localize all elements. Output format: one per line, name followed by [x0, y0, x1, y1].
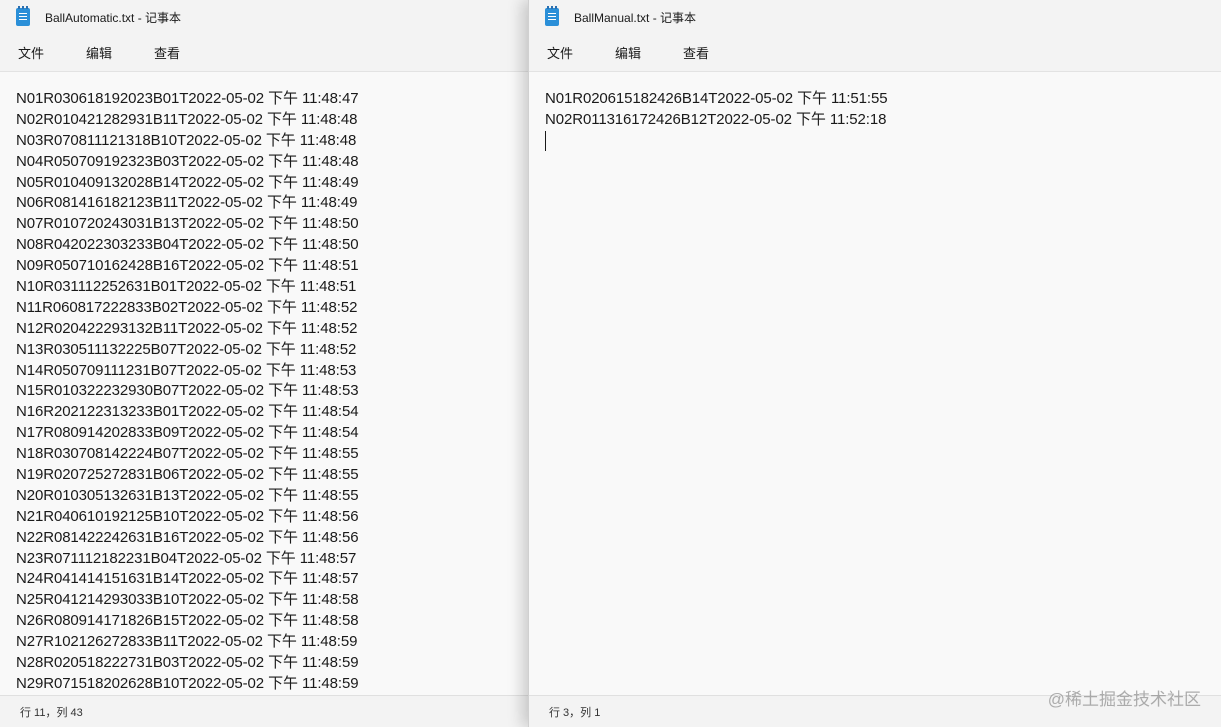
text-line: N02R011316172426B12T2022-05-02 下午 11:52:… — [545, 110, 887, 128]
text-line: N22R081422242631B16T2022-05-02 下午 11:48:… — [16, 528, 359, 546]
text-editor[interactable]: N01R030618192023B01T2022-05-02 下午 11:48:… — [0, 72, 528, 695]
text-line: N05R010409132028B14T2022-05-02 下午 11:48:… — [16, 173, 359, 191]
text-line: N01R020615182426B14T2022-05-02 下午 11:51:… — [545, 90, 888, 107]
text-content: N01R030618192023B01T2022-05-02 下午 11:48:… — [16, 89, 359, 695]
text-line: N17R080914202833B09T2022-05-02 下午 11:48:… — [16, 424, 359, 442]
text-editor[interactable]: N01R020615182426B14T2022-05-02 下午 11:51:… — [529, 72, 1221, 695]
text-line: N02R010421282931B11T2022-05-02 下午 11:48:… — [16, 110, 358, 128]
text-line: N20R010305132631B13T2022-05-02 下午 11:48:… — [16, 486, 359, 504]
text-line: N14R050709111231B07T2022-05-02 下午 11:48:… — [16, 361, 357, 379]
text-line: N11R060817222833B02T2022-05-02 下午 11:48:… — [16, 298, 358, 316]
watermark: @稀土掘金技术社区 — [1047, 690, 1201, 709]
text-line: N10R031112252631B01T2022-05-02 下午 11:48:… — [16, 278, 357, 296]
text-line: N23R071112182231B04T2022-05-02 下午 11:48:… — [16, 549, 357, 567]
text-line: N08R042022303233B04T2022-05-02 下午 11:48:… — [16, 236, 359, 254]
text-line: N18R030708142224B07T2022-05-02 下午 11:48:… — [16, 445, 359, 463]
text-line: N07R010720243031B13T2022-05-02 下午 11:48:… — [16, 215, 359, 233]
menu-edit[interactable]: 编辑 — [80, 39, 118, 66]
menu-edit[interactable]: 编辑 — [609, 39, 647, 66]
text-line: N04R050709192323B03T2022-05-02 下午 11:48:… — [16, 152, 359, 170]
text-line: N29R071518202628B10T2022-05-02 下午 11:48:… — [16, 674, 359, 692]
menu-bar: 文件 编辑 查看 — [529, 34, 1221, 72]
text-line: N26R080914171826B15T2022-05-02 下午 11:48:… — [16, 612, 359, 630]
text-content: N01R020615182426B14T2022-05-02 下午 11:51:… — [545, 89, 888, 131]
text-caret — [545, 131, 546, 151]
text-line: N27R102126272833B11T2022-05-02 下午 11:48:… — [16, 633, 358, 651]
text-line: N06R081416182123B11T2022-05-02 下午 11:48:… — [16, 194, 358, 212]
text-line: N12R020422293132B11T2022-05-02 下午 11:48:… — [16, 319, 358, 337]
text-line: N15R010322232930B07T2022-05-02 下午 11:48:… — [16, 382, 359, 400]
text-line: N09R050710162428B16T2022-05-02 下午 11:48:… — [16, 257, 359, 275]
menu-bar: 文件 编辑 查看 — [0, 34, 528, 72]
notepad-icon — [16, 6, 30, 26]
notepad-window-automatic: BallAutomatic.txt - 记事本 文件 编辑 查看 N01R030… — [0, 0, 528, 727]
window-title: BallManual.txt - 记事本 — [574, 10, 697, 25]
text-line: N25R041214293033B10T2022-05-02 下午 11:48:… — [16, 591, 359, 609]
notepad-window-manual: BallManual.txt - 记事本 文件 编辑 查看 N01R020615… — [528, 0, 1221, 727]
text-line: N16R202122313233B01T2022-05-02 下午 11:48:… — [16, 403, 359, 421]
text-line: N13R030511132225B07T2022-05-02 下午 11:48:… — [16, 340, 357, 358]
menu-file[interactable]: 文件 — [12, 39, 50, 66]
cursor-position: 行 11，列 43 — [20, 706, 83, 719]
text-line: N28R020518222731B03T2022-05-02 下午 11:48:… — [16, 654, 359, 672]
notepad-icon — [545, 6, 559, 26]
menu-file[interactable]: 文件 — [541, 39, 579, 66]
title-bar[interactable]: BallManual.txt - 记事本 — [529, 0, 1221, 34]
text-line: N24R041414151631B14T2022-05-02 下午 11:48:… — [16, 570, 359, 588]
status-bar: 行 11，列 43 — [0, 695, 528, 727]
window-title: BallAutomatic.txt - 记事本 — [45, 10, 182, 25]
text-line: N21R040610192125B10T2022-05-02 下午 11:48:… — [16, 507, 359, 525]
text-line: N19R020725272831B06T2022-05-02 下午 11:48:… — [16, 466, 359, 484]
title-bar[interactable]: BallAutomatic.txt - 记事本 — [0, 0, 528, 34]
cursor-position: 行 3，列 1 — [549, 706, 601, 719]
text-line: N03R070811121318B10T2022-05-02 下午 11:48:… — [16, 131, 357, 149]
menu-view[interactable]: 查看 — [148, 39, 186, 66]
text-line: N01R030618192023B01T2022-05-02 下午 11:48:… — [16, 90, 359, 107]
menu-view[interactable]: 查看 — [677, 39, 715, 66]
